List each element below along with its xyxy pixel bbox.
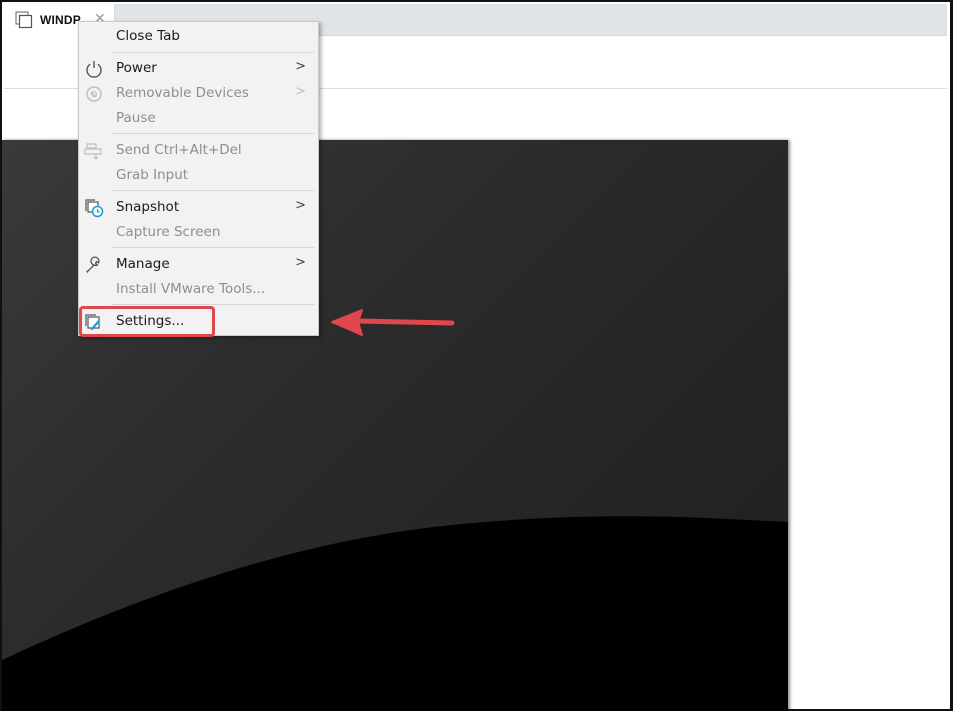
menu-item-pause[interactable]: Pause: [79, 106, 318, 131]
annotation-arrow-icon: [331, 309, 455, 336]
context-menu: Close Tab Power > Removable Devices > Pa…: [78, 21, 319, 336]
menu-separator: [111, 133, 314, 134]
menu-item-send-ctrl-alt-del[interactable]: Send Ctrl+Alt+Del: [79, 138, 318, 163]
menu-item-label: Manage: [116, 256, 170, 272]
menu-item-label: Snapshot: [116, 199, 180, 215]
menu-item-label: Removable Devices: [116, 85, 249, 101]
menu-item-label: Close Tab: [116, 28, 180, 44]
menu-item-label: Send Ctrl+Alt+Del: [116, 142, 242, 158]
menu-item-label: Power: [116, 60, 157, 76]
menu-item-capture-screen[interactable]: Capture Screen: [79, 220, 318, 245]
menu-separator: [111, 247, 314, 248]
menu-item-manage[interactable]: Manage >: [79, 252, 318, 277]
menu-item-label: Capture Screen: [116, 224, 221, 240]
wrench-icon: [84, 255, 104, 275]
menu-item-install-vmware-tools[interactable]: Install VMware Tools...: [79, 277, 318, 302]
menu-item-snapshot[interactable]: Snapshot >: [79, 195, 318, 220]
menu-item-label: Install VMware Tools...: [116, 281, 266, 297]
snapshot-icon: [84, 198, 104, 218]
menu-item-removable-devices[interactable]: Removable Devices >: [79, 81, 318, 106]
menu-item-label: Grab Input: [116, 167, 189, 183]
menu-item-grab-input[interactable]: Grab Input: [79, 163, 318, 188]
menu-item-close-tab[interactable]: Close Tab: [79, 24, 318, 49]
chevron-right-icon: >: [295, 59, 306, 74]
menu-separator: [111, 304, 314, 305]
chevron-right-icon: >: [295, 84, 306, 99]
menu-separator: [111, 190, 314, 191]
tab-title: WINDP: [40, 13, 81, 27]
removable-devices-icon: [84, 84, 104, 104]
send-ctrl-alt-del-icon: [84, 141, 104, 161]
chevron-right-icon: >: [295, 198, 306, 213]
power-icon: [84, 59, 104, 79]
vm-tab-icon: [15, 11, 33, 29]
menu-item-label: Pause: [116, 110, 156, 126]
settings-highlight-box: [79, 306, 215, 337]
menu-item-power[interactable]: Power >: [79, 56, 318, 81]
menu-separator: [111, 52, 314, 53]
chevron-right-icon: >: [295, 255, 306, 270]
